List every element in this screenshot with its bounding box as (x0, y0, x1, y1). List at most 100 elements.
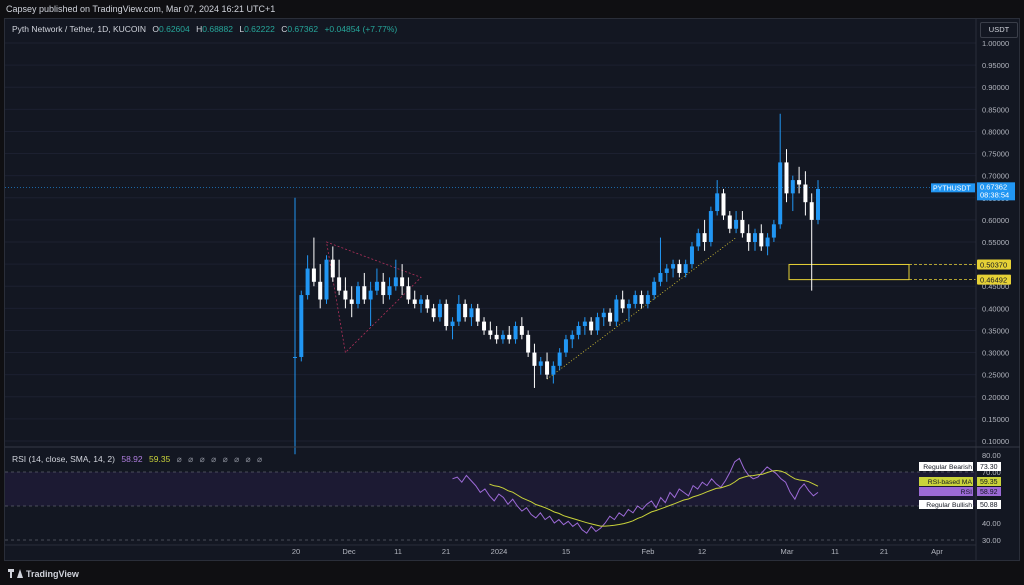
price-tag-countdown: 08:38:54 (980, 190, 1009, 199)
candle-body (494, 334, 499, 340)
rsi-band (5, 472, 976, 506)
price-chart[interactable]: PYTHUSDT 1.00000 0.95000 0.90000 0.85000 0.8… (0, 0, 1024, 585)
open-label: O (152, 24, 159, 34)
time-axis-label: Feb (642, 547, 655, 556)
candle-series (293, 113, 820, 455)
candle-body (576, 326, 581, 335)
candle-body (589, 321, 594, 331)
candle-body (639, 295, 644, 304)
close-value: 0.67362 (287, 24, 319, 34)
candle-body (444, 303, 449, 327)
candle-body (469, 308, 474, 318)
rsi-scale-label: 40.00 (982, 519, 1001, 528)
candle-body (683, 264, 688, 273)
rsi-legend[interactable]: RSI (14, close, SMA, 14, 2) 58.92 59.35 … (12, 454, 264, 465)
candle-body (368, 290, 373, 300)
candle-body (299, 295, 304, 357)
rsi-pane (5, 457, 976, 541)
candle-body (356, 286, 361, 304)
candle-body (784, 162, 789, 194)
candle-body (324, 259, 329, 300)
level-tag-lower: 0.46492 (980, 276, 1007, 285)
candle-body (311, 268, 316, 282)
candle-body (689, 246, 694, 265)
tradingview-logo-icon (8, 569, 23, 578)
candle-body (488, 330, 493, 335)
time-axis-label: Apr (931, 547, 943, 556)
rsi-tag-value: 59.35 (980, 479, 998, 486)
price-scale-label: 1.00000 (982, 39, 1009, 48)
footer-bar (0, 563, 1024, 585)
candle-body (519, 326, 524, 335)
candle-body (482, 321, 487, 331)
candle-body (570, 334, 575, 340)
price-scale-label: 0.60000 (982, 216, 1009, 225)
candle-body (526, 334, 531, 353)
time-axis-label: 11 (394, 547, 402, 556)
candle-body (696, 233, 701, 247)
currency-selector[interactable]: USDT (980, 22, 1018, 38)
candle-body (532, 352, 537, 366)
candle-body (507, 334, 512, 340)
level-tag-upper: 0.50370 (980, 260, 1007, 269)
candle-body (614, 299, 619, 322)
price-scale-label: 0.80000 (982, 127, 1009, 136)
price-scale-label: 0.30000 (982, 349, 1009, 358)
candle-body (456, 303, 461, 322)
candle-body (419, 299, 424, 304)
rsi-tag-label: RSI (961, 489, 972, 496)
candle-body (425, 299, 430, 309)
candle-body (664, 268, 669, 273)
candle-body (645, 295, 650, 304)
candle-body (790, 180, 795, 194)
candle-body (362, 286, 367, 300)
rsi-tag-value: 58.92 (980, 489, 998, 496)
candle-body (740, 219, 745, 234)
time-axis-label: 2024 (491, 547, 508, 556)
price-scale-label: 0.90000 (982, 83, 1009, 92)
candle-body (437, 303, 442, 318)
candle-body (702, 233, 707, 242)
candle-body (658, 272, 663, 282)
candle-body (582, 321, 587, 327)
candle-body (463, 303, 468, 318)
price-scale-label: 0.40000 (982, 304, 1009, 313)
candle-body (431, 308, 436, 318)
time-axis-label: Mar (781, 547, 794, 556)
rsi-scale-label: 30.00 (982, 536, 1001, 545)
candle-body (721, 193, 726, 216)
price-scale-label: 0.35000 (982, 326, 1009, 335)
change-value: +0.04854 (+7.77%) (324, 24, 398, 34)
candle-body (677, 264, 682, 273)
candle-body (601, 312, 606, 318)
candle-body (626, 303, 631, 309)
candle-body (652, 281, 657, 296)
candle-body (381, 281, 386, 296)
candle-body (387, 286, 392, 296)
candle-body (557, 352, 562, 366)
time-axis-label: 11 (831, 547, 839, 556)
candle-body (727, 215, 732, 229)
candle-body (708, 211, 713, 242)
tradingview-logo[interactable]: TradingView (8, 569, 79, 579)
candle-body (400, 277, 405, 287)
price-scale-label: 0.15000 (982, 415, 1009, 424)
candle-body (513, 326, 518, 340)
candle-body (671, 264, 676, 269)
time-axis-label: Dec (342, 547, 356, 556)
rsi-tag-label: RSI-based MA (928, 479, 973, 486)
price-scale-label: 0.55000 (982, 238, 1009, 247)
symbol-legend[interactable]: Pyth Network / Tether, 1D, KUCOIN O0.626… (12, 24, 397, 34)
open-value: 0.62604 (159, 24, 190, 34)
candle-body (551, 365, 556, 375)
candle-body (752, 233, 757, 242)
candle-body (374, 281, 379, 291)
brand-name: TradingView (26, 569, 79, 579)
candle-body (330, 259, 335, 278)
time-axis-label: 20 (292, 547, 300, 556)
price-scale-label: 0.25000 (982, 371, 1009, 380)
candle-body (608, 312, 613, 322)
candle-body (746, 233, 751, 242)
rsi-title: RSI (14, close, SMA, 14, 2) (12, 454, 115, 464)
candle-body (803, 184, 808, 203)
